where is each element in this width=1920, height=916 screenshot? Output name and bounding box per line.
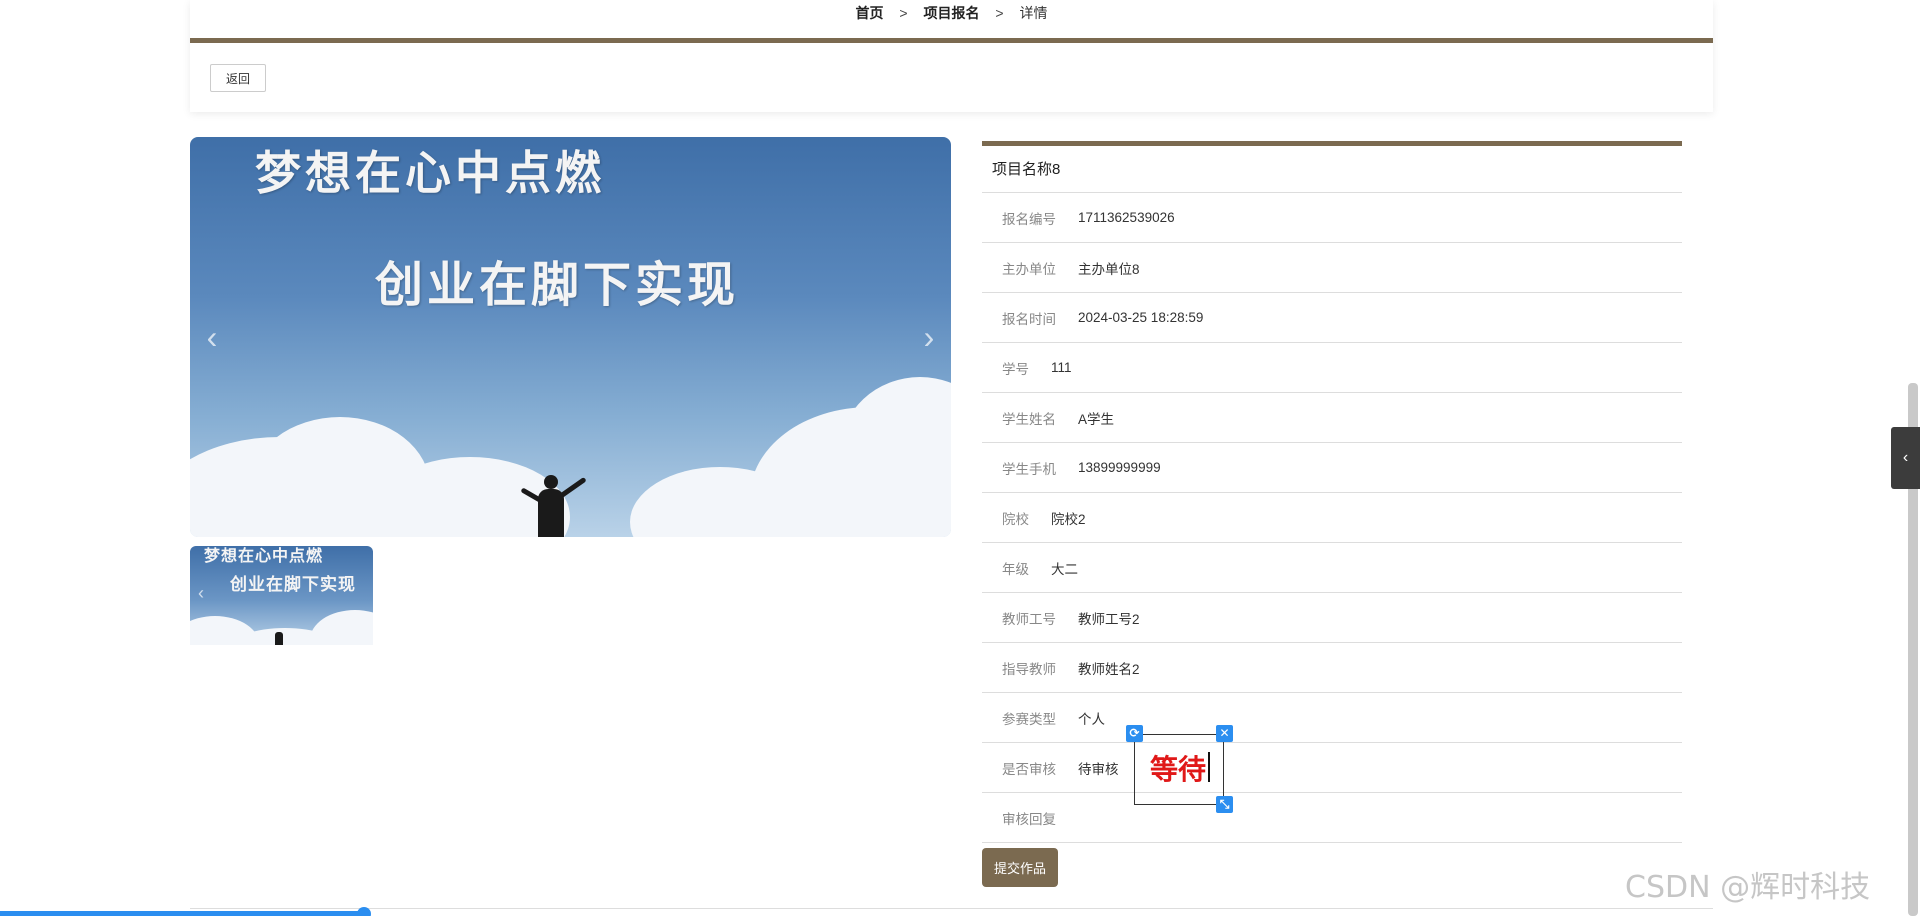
breadcrumb: 首页 > 项目报名 > 详情 [190, 3, 1713, 23]
field-label: 是否审核 [1002, 761, 1056, 777]
detail-row: 学号 111 [982, 343, 1682, 393]
person-silhouette [538, 475, 564, 537]
bottom-panel-edge [190, 908, 1713, 916]
detail-row: 学生手机 13899999999 [982, 443, 1682, 493]
page: 首页 > 项目报名 > 详情 返回 梦想在心中点燃 创业在脚下实现 ‹ › 梦想… [0, 0, 1920, 916]
carousel-thumbnail[interactable]: 梦想在心中点燃 创业在脚下实现 ‹ [190, 546, 373, 645]
field-value: 教师工号2 [1078, 611, 1140, 627]
carousel-next-icon[interactable]: › [917, 317, 941, 357]
field-value: 1711362539026 [1078, 210, 1175, 225]
field-value: A学生 [1078, 411, 1115, 427]
progress-knob[interactable] [357, 907, 371, 916]
thumbnail-slogan-1: 梦想在心中点燃 [204, 546, 324, 565]
slogan-line-2: 创业在脚下实现 [375, 257, 740, 313]
close-icon[interactable]: ✕ [1216, 725, 1233, 742]
detail-row: 学生姓名 A学生 [982, 393, 1682, 443]
project-title: 项目名称8 [982, 146, 1682, 193]
back-button[interactable]: 返回 [210, 64, 266, 92]
field-label: 学生姓名 [1002, 411, 1056, 427]
detail-row: 指导教师 教师姓名2 [982, 643, 1682, 693]
detail-row: 审核回复 [982, 793, 1682, 843]
detail-row: 院校 院校2 [982, 493, 1682, 543]
detail-row: 年级 大二 [982, 543, 1682, 593]
detail-panel: 项目名称8 报名编号 1711362539026 主办单位 主办单位8 报名时间 20… [982, 141, 1682, 843]
field-value: 2024-03-25 18:28:59 [1078, 310, 1204, 325]
carousel-prev-icon[interactable]: ‹ [200, 317, 224, 357]
text-box-content[interactable]: 等待 [1150, 748, 1206, 788]
field-value: 13899999999 [1078, 460, 1161, 475]
field-label: 院校 [1002, 511, 1029, 527]
side-toggle-icon[interactable]: ‹ [1891, 427, 1920, 489]
field-value: 111 [1051, 360, 1072, 375]
slogan-line-1: 梦想在心中点燃 [255, 146, 605, 200]
audit-status-value: 待审核 [1078, 761, 1119, 777]
person-silhouette [275, 632, 283, 645]
detail-row: 主办单位 主办单位8 [982, 243, 1682, 293]
thumbnail-slogan-2: 创业在脚下实现 [230, 575, 356, 595]
resize-handle-icon[interactable]: ⤡ [1216, 796, 1233, 813]
field-value: 院校2 [1051, 511, 1086, 527]
watermark: CSDN @辉时科技 [1625, 870, 1871, 905]
detail-row: 教师工号 教师工号2 [982, 593, 1682, 643]
field-label: 报名编号 [1002, 211, 1056, 227]
breadcrumb-current: 详情 [1019, 5, 1048, 21]
field-label: 参赛类型 [1002, 711, 1056, 727]
field-value: 教师姓名2 [1078, 661, 1140, 677]
field-label: 指导教师 [1002, 661, 1056, 677]
text-caret [1208, 752, 1210, 782]
field-label: 审核回复 [1002, 811, 1056, 827]
detail-row: 是否审核 待审核 [982, 743, 1682, 793]
field-label: 教师工号 [1002, 611, 1056, 627]
field-label: 学号 [1002, 361, 1029, 377]
breadcrumb-separator: > [899, 5, 908, 21]
submit-work-button[interactable]: 提交作品 [982, 848, 1058, 887]
field-value: 个人 [1078, 711, 1105, 727]
field-value: 主办单位8 [1078, 261, 1140, 277]
field-label: 主办单位 [1002, 261, 1056, 277]
accent-divider [190, 38, 1713, 43]
breadcrumb-home[interactable]: 首页 [856, 5, 884, 21]
breadcrumb-separator: > [995, 5, 1004, 21]
rotate-handle-icon[interactable]: ⟳ [1126, 725, 1143, 742]
field-label: 学生手机 [1002, 461, 1056, 477]
breadcrumb-section[interactable]: 项目报名 [924, 5, 980, 21]
progress-bar [0, 911, 365, 916]
detail-row: 参赛类型 个人 [982, 693, 1682, 743]
top-panel: 首页 > 项目报名 > 详情 返回 [190, 0, 1713, 112]
thumbnail-prev-icon: ‹ [198, 583, 204, 603]
field-label: 报名时间 [1002, 311, 1056, 327]
field-value: 大二 [1051, 561, 1078, 577]
detail-row: 报名编号 1711362539026 [982, 193, 1682, 243]
detail-row: 报名时间 2024-03-25 18:28:59 [982, 293, 1682, 343]
image-carousel[interactable]: 梦想在心中点燃 创业在脚下实现 ‹ › [190, 137, 951, 537]
field-label: 年级 [1002, 561, 1029, 577]
